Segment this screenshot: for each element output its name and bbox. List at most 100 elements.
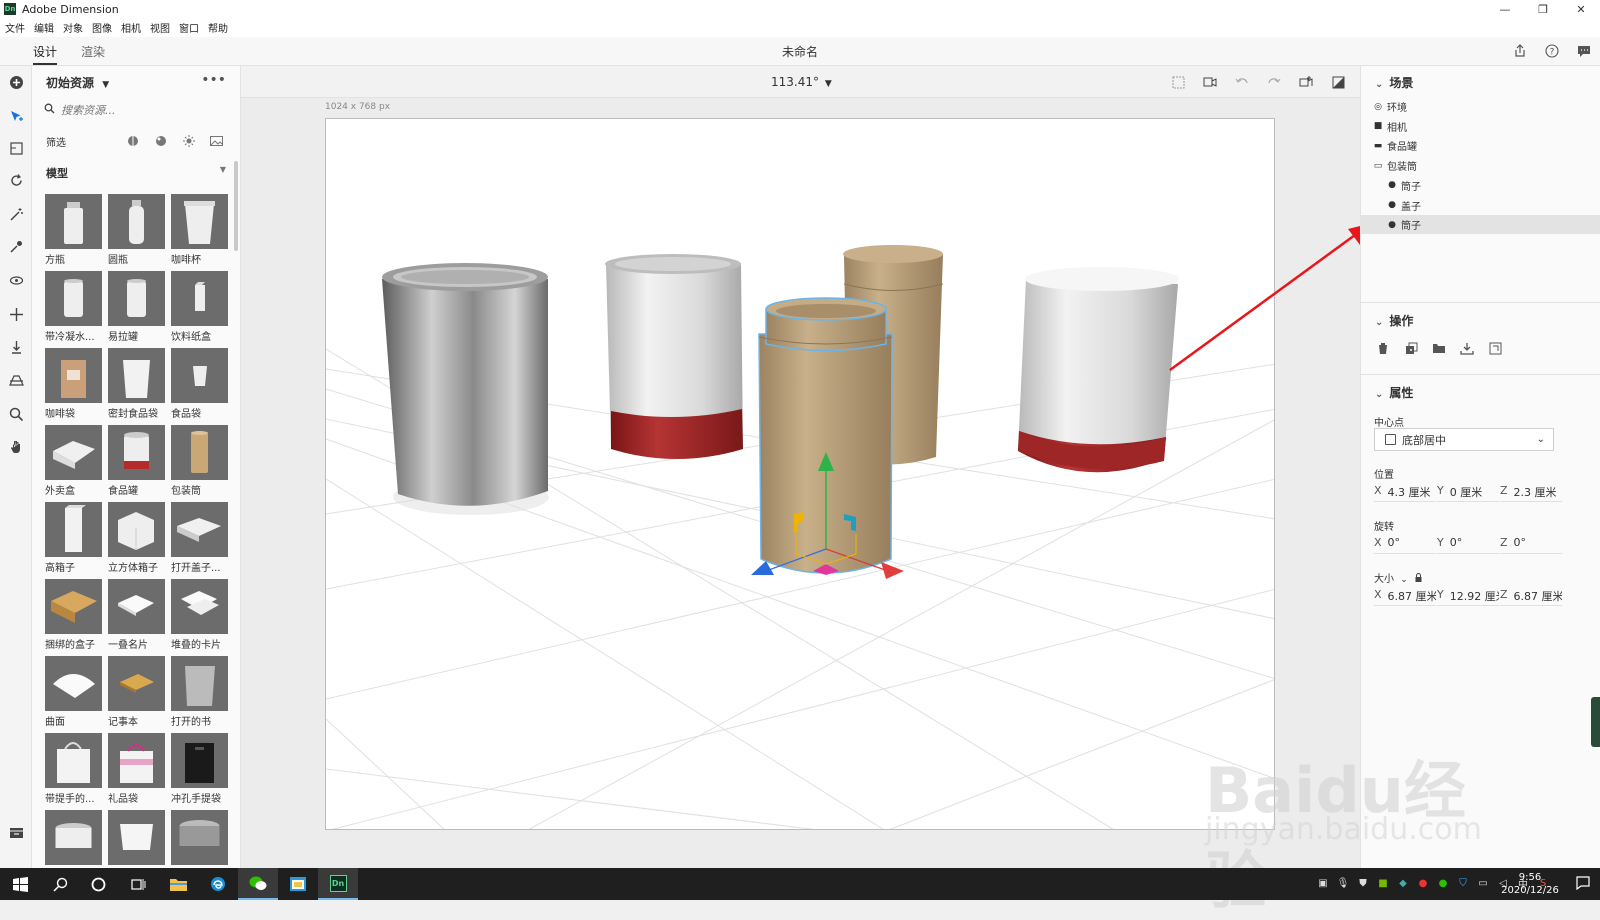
scene-tree-item[interactable]: ● 筒子 — [1361, 176, 1600, 195]
scene-tree-item[interactable]: ■ 相机 — [1361, 117, 1600, 136]
asset-card[interactable]: 打开盖子... — [171, 502, 228, 574]
3d-viewport[interactable] — [325, 118, 1275, 830]
asset-card[interactable]: 冲孔手提袋 — [171, 733, 228, 805]
restore-button[interactable]: ❐ — [1524, 0, 1562, 18]
duplicate-icon[interactable] — [1403, 340, 1419, 356]
scene-tree-item[interactable]: ● 盖子 — [1361, 196, 1600, 215]
library-icon[interactable] — [6, 822, 26, 842]
tab-render[interactable]: 渲染 — [81, 43, 105, 60]
magic-wand-icon[interactable] — [6, 204, 26, 224]
filter-lights-icon[interactable] — [182, 135, 195, 148]
size-y-field[interactable]: Y 12.92 厘米 — [1437, 588, 1499, 606]
asset-card[interactable]: 高箱子 — [45, 502, 102, 574]
size-x-field[interactable]: X 6.87 厘米 — [1374, 588, 1436, 606]
position-z-field[interactable]: Z 2.3 厘米 — [1500, 484, 1562, 502]
scene-tree-item[interactable]: ▭ 包装筒 — [1361, 156, 1600, 175]
asset-card[interactable]: 易拉罐 — [108, 271, 165, 343]
wechat-icon[interactable] — [238, 868, 278, 900]
add-icon[interactable] — [6, 72, 26, 92]
asset-card[interactable]: 食品袋 — [171, 348, 228, 420]
menu-view[interactable]: 视图 — [150, 20, 170, 35]
feedback-icon[interactable] — [1574, 41, 1594, 61]
redo-view-icon[interactable] — [1264, 72, 1284, 92]
white-canister[interactable] — [1018, 267, 1179, 473]
hand-icon[interactable] — [6, 436, 26, 456]
menu-window[interactable]: 窗口 — [179, 20, 199, 35]
minimize-button[interactable]: — — [1486, 0, 1524, 18]
filter-materials-icon[interactable] — [154, 135, 167, 148]
search-icon[interactable] — [40, 868, 80, 900]
asset-card[interactable]: 包装筒 — [171, 425, 228, 497]
file-explorer-icon[interactable] — [158, 868, 198, 900]
eyedropper-icon[interactable] — [6, 236, 26, 256]
share-icon[interactable] — [1510, 41, 1530, 61]
asset-card[interactable]: 密封食品袋 — [108, 348, 165, 420]
scene-tree-item[interactable]: ◎ 环境 — [1361, 97, 1600, 116]
camera-add-icon[interactable] — [1296, 72, 1316, 92]
camera-bookmark-icon[interactable] — [1200, 72, 1220, 92]
rotation-x-field[interactable]: X 0° — [1374, 536, 1436, 554]
select-tool-icon[interactable] — [6, 106, 26, 126]
frame-icon[interactable] — [1168, 72, 1188, 92]
filter-images-icon[interactable] — [210, 135, 223, 148]
dolly-tool-icon[interactable] — [6, 337, 26, 357]
asset-card[interactable]: 带提手的... — [45, 733, 102, 805]
rotate-tool-icon[interactable] — [6, 170, 26, 190]
zoom-icon[interactable] — [6, 404, 26, 424]
undo-view-icon[interactable] — [1232, 72, 1252, 92]
dimension-app-icon[interactable]: Dn — [318, 868, 358, 900]
wechat-tray-icon[interactable]: ● — [1436, 876, 1450, 890]
pivot-dropdown[interactable]: 底部居中 ⌄ — [1374, 428, 1554, 451]
menu-help[interactable]: 帮助 — [208, 20, 228, 35]
side-panel-handle[interactable] — [1591, 697, 1600, 747]
record-icon[interactable]: ● — [1416, 876, 1430, 890]
lock-icon[interactable] — [1415, 573, 1422, 585]
tray-app-icon[interactable]: ▣ — [1316, 876, 1330, 890]
tray-shield-icon[interactable]: ⛊ — [1356, 876, 1370, 890]
models-section-header[interactable]: 模型 ▼ — [46, 165, 226, 181]
rotation-y-field[interactable]: Y 0° — [1437, 536, 1499, 554]
assets-scrollbar[interactable] — [234, 161, 238, 251]
filter-models-icon[interactable] — [126, 135, 139, 148]
asset-card[interactable]: 捆绑的盒子 — [45, 579, 102, 651]
asset-card[interactable] — [171, 810, 228, 868]
menu-file[interactable]: 文件 — [5, 20, 25, 35]
delete-icon[interactable] — [1375, 340, 1391, 356]
size-z-field[interactable]: Z 6.87 厘米 — [1500, 588, 1562, 606]
asset-card[interactable]: 礼品袋 — [108, 733, 165, 805]
size-label-row[interactable]: 大小 ⌄ — [1374, 570, 1422, 585]
tray-app2-icon[interactable]: ◆ — [1396, 876, 1410, 890]
asset-card[interactable]: 一叠名片 — [108, 579, 165, 651]
scene-tree-item[interactable]: ● 筒子 — [1361, 215, 1600, 235]
position-y-field[interactable]: Y 0 厘米 — [1437, 484, 1499, 502]
menu-edit[interactable]: 编辑 — [34, 20, 54, 35]
properties-section-header[interactable]: ⌄ 属性 — [1375, 384, 1413, 401]
horizon-tool-icon[interactable] — [6, 370, 26, 390]
network-icon[interactable]: ▭ — [1476, 876, 1490, 890]
close-button[interactable]: ✕ — [1562, 0, 1600, 18]
zoom-dropdown[interactable]: 113.41° ▼ — [771, 75, 832, 89]
menu-object[interactable]: 对象 — [63, 20, 83, 35]
nvidia-icon[interactable]: ■ — [1376, 876, 1390, 890]
system-clock[interactable]: 9:56 2020/12/26 — [1500, 871, 1560, 897]
render-preview-icon[interactable] — [1328, 72, 1348, 92]
drop-to-ground-icon[interactable] — [1459, 340, 1475, 356]
help-icon[interactable]: ? — [1542, 41, 1562, 61]
rotation-z-field[interactable]: Z 0° — [1500, 536, 1562, 554]
search-input[interactable] — [61, 103, 211, 117]
app-window-icon[interactable] — [278, 868, 318, 900]
more-options-icon[interactable]: ••• — [201, 72, 226, 88]
edge-browser-icon[interactable] — [198, 868, 238, 900]
task-view-icon[interactable] — [118, 868, 158, 900]
food-can[interactable] — [605, 254, 743, 459]
tab-design[interactable]: 设计 — [33, 43, 57, 60]
move-tool-icon[interactable] — [6, 138, 26, 158]
scene-section-header[interactable]: ⌄ 场景 — [1375, 74, 1413, 91]
asset-card[interactable]: 圆瓶 — [108, 194, 165, 266]
asset-card[interactable] — [45, 810, 102, 868]
asset-card[interactable]: 方瓶 — [45, 194, 102, 266]
asset-card[interactable]: 打开的书 — [171, 656, 228, 728]
menu-camera[interactable]: 相机 — [121, 20, 141, 35]
assets-title[interactable]: 初始资源 ▼ — [46, 74, 109, 91]
asset-card[interactable]: 咖啡杯 — [171, 194, 228, 266]
